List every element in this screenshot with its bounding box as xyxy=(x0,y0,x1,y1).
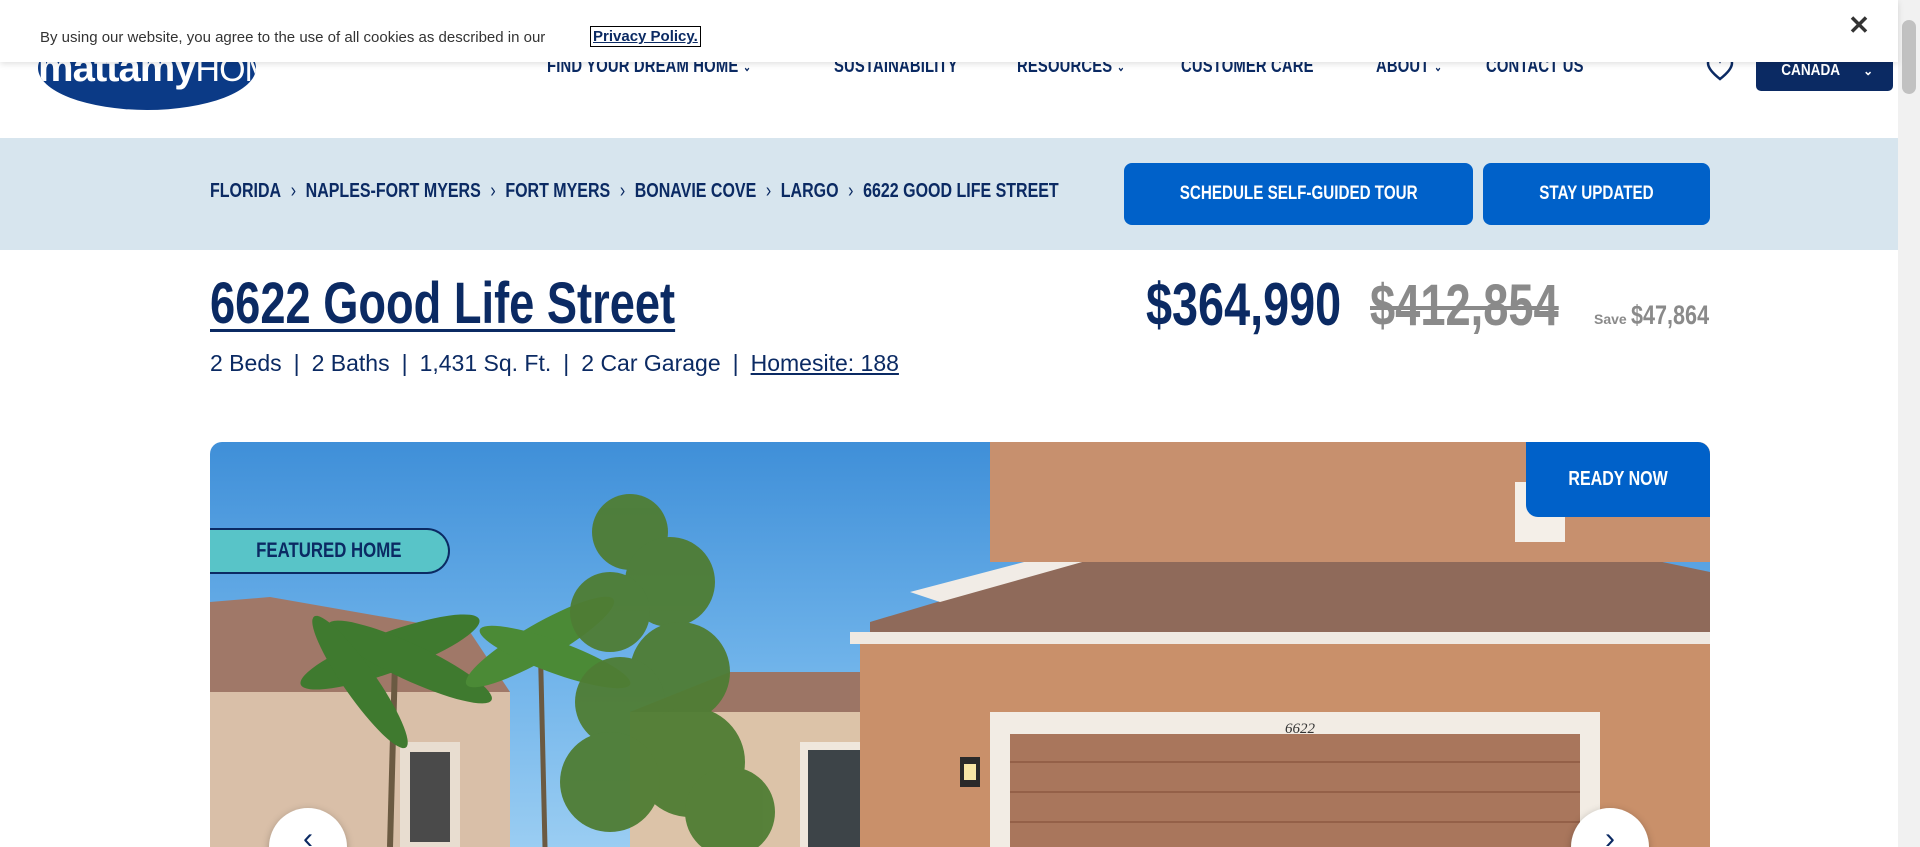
separator: | xyxy=(401,350,408,376)
chevron-right-icon: › xyxy=(619,180,626,202)
breadcrumb-band: FLORIDA › NAPLES-FORT MYERS › FORT MYERS… xyxy=(0,138,1898,250)
status-badge: READY NOW xyxy=(1526,442,1710,517)
breadcrumb-item-current: 6622 GOOD LIFE STREET xyxy=(863,180,1059,202)
chevron-right-icon: › xyxy=(848,180,854,202)
garage: 2 Car Garage xyxy=(581,350,721,376)
stay-updated-label: STAY UPDATED xyxy=(1539,183,1654,204)
home-specs: 2 Beds | 2 Baths | 1,431 Sq. Ft. | 2 Car… xyxy=(210,350,899,377)
stay-updated-button[interactable]: STAY UPDATED xyxy=(1483,163,1710,225)
chevron-right-icon: › xyxy=(290,180,297,202)
original-price: $412,854 xyxy=(1370,273,1559,338)
schedule-tour-button[interactable]: SCHEDULE SELF-GUIDED TOUR xyxy=(1124,163,1473,225)
schedule-tour-label: SCHEDULE SELF-GUIDED TOUR xyxy=(1179,183,1418,204)
separator: | xyxy=(563,350,570,376)
chevron-down-icon: ⌄ xyxy=(743,60,752,74)
save-value: $47,864 xyxy=(1630,300,1709,330)
close-icon[interactable]: ✕ xyxy=(1848,12,1870,38)
breadcrumb-item-largo[interactable]: LARGO xyxy=(781,180,839,203)
square-feet: 1,431 Sq. Ft. xyxy=(419,350,552,376)
chevron-down-icon: ⌄ xyxy=(1434,60,1443,74)
separator: | xyxy=(293,350,300,376)
scroll-thumb[interactable] xyxy=(1902,20,1916,94)
savings: Save $47,864 xyxy=(1594,300,1728,331)
featured-label: FEATURED HOME xyxy=(256,539,402,562)
breadcrumb-item-naples-fort-myers[interactable]: NAPLES-FORT MYERS xyxy=(306,180,481,203)
breadcrumb-item-fort-myers[interactable]: FORT MYERS xyxy=(505,180,610,203)
save-label: Save xyxy=(1594,311,1627,327)
chevron-down-icon: ⌄ xyxy=(1863,64,1874,78)
current-price: $364,990 xyxy=(1146,271,1342,338)
country-label: CANADA xyxy=(1780,62,1840,79)
beds: 2 Beds xyxy=(210,350,282,376)
house-number: 6622 xyxy=(1285,721,1316,737)
separator: | xyxy=(732,350,739,376)
featured-badge: FEATURED HOME xyxy=(210,528,450,574)
breadcrumb-item-florida[interactable]: FLORIDA xyxy=(210,180,281,203)
cookie-banner: By using our website, you agree to the u… xyxy=(0,0,1898,62)
home-photo-carousel[interactable]: 6622 READY NOW FEATURED HOME ‹ › xyxy=(210,442,1710,847)
status-label: READY NOW xyxy=(1568,468,1668,490)
breadcrumb-item-bonavie-cove[interactable]: BONAVIE COVE xyxy=(635,180,757,203)
page-title[interactable]: 6622 Good Life Street xyxy=(210,270,675,337)
chevron-left-icon: ‹ xyxy=(303,822,313,847)
page-scrollbar[interactable] xyxy=(1898,0,1920,847)
homesite-link[interactable]: Homesite: 188 xyxy=(751,350,899,377)
chevron-right-icon: › xyxy=(490,180,496,202)
cookie-text: By using our website, you agree to the u… xyxy=(40,29,546,46)
house-photo: 6622 xyxy=(210,442,1710,847)
chevron-down-icon: ⌄ xyxy=(1117,60,1126,74)
chevron-right-icon: › xyxy=(765,180,772,202)
baths: 2 Baths xyxy=(311,350,390,376)
privacy-policy-link[interactable]: Privacy Policy. xyxy=(590,26,701,47)
breadcrumb: FLORIDA › NAPLES-FORT MYERS › FORT MYERS… xyxy=(210,180,1059,203)
chevron-right-icon: › xyxy=(1605,822,1615,847)
